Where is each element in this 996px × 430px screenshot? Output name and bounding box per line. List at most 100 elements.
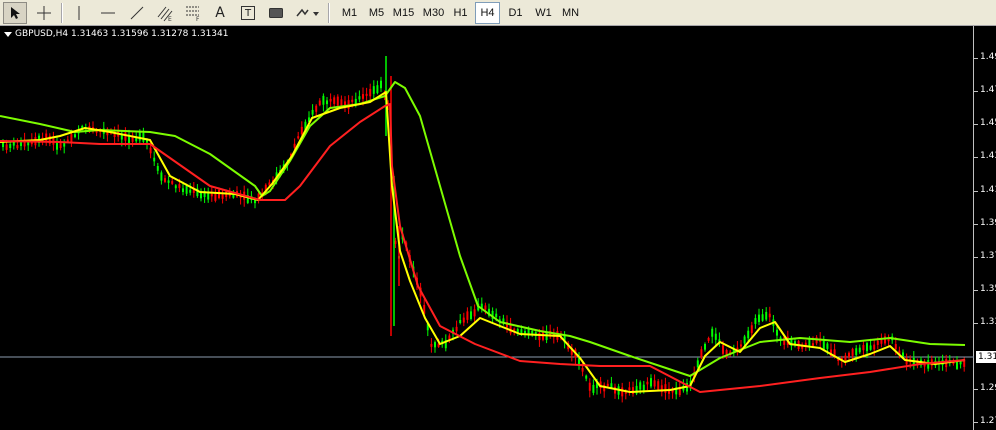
candle-body <box>700 349 703 358</box>
candle-body <box>329 98 332 102</box>
candle-body <box>747 330 750 339</box>
price-axis-label: 1.45 <box>980 118 996 128</box>
ma-medium-line <box>0 81 966 377</box>
timeframe-m30-button[interactable]: M30 <box>421 2 446 24</box>
axis-tick <box>974 323 978 324</box>
chart-plot-area[interactable]: GBPUSD,H4 1.31463 1.31596 1.31278 1.3134… <box>0 26 974 430</box>
candle-body <box>459 319 462 324</box>
candle-body <box>722 345 724 354</box>
axis-tick <box>974 58 978 59</box>
candle-body <box>628 387 631 391</box>
candle-body <box>16 145 19 149</box>
price-axis-label: 1.33 <box>980 317 996 327</box>
dropdown-triangle-icon[interactable] <box>4 31 12 37</box>
timeframe-m1-button[interactable]: M1 <box>337 2 362 24</box>
candle-body <box>632 387 634 394</box>
price-axis-label: 1.27 <box>980 416 996 426</box>
candle-body <box>365 93 368 96</box>
price-axis-label: 1.47 <box>980 85 996 95</box>
candle-body <box>858 347 861 353</box>
candle-body <box>297 136 300 139</box>
candle-body <box>462 317 465 323</box>
timeframe-w1-button[interactable]: W1 <box>531 2 556 24</box>
candle-body <box>714 333 717 340</box>
vertical-line-icon[interactable] <box>66 2 92 24</box>
price-axis-label: 1.35 <box>980 284 996 294</box>
candle-body <box>866 343 868 352</box>
candle-body <box>351 99 354 102</box>
rectangle-icon[interactable] <box>264 2 288 24</box>
candle-body <box>318 100 321 106</box>
candle-body <box>894 344 897 350</box>
text-label-glyph: T <box>241 6 255 20</box>
candle-body <box>642 384 645 391</box>
chart-toolbar: E F A T M1 M5 M15 M30 H1 H4 D1 W1 MN <box>0 0 996 26</box>
cursor-arrow-icon[interactable] <box>3 2 27 24</box>
candle-body <box>336 96 339 106</box>
axis-tick <box>974 389 978 390</box>
fibonacci-retracement-icon[interactable]: F <box>180 2 206 24</box>
timeframe-h1-button[interactable]: H1 <box>448 2 473 24</box>
candle-body <box>750 325 753 333</box>
symbol-info: GBPUSD,H4 1.31463 1.31596 1.31278 1.3134… <box>4 29 228 39</box>
candle-body <box>149 147 152 154</box>
timeframe-m5-button[interactable]: M5 <box>364 2 389 24</box>
candle-body <box>743 336 746 344</box>
candle-body <box>466 311 469 320</box>
candle-body <box>293 143 296 148</box>
candle-body <box>646 381 649 385</box>
candle-body <box>826 343 829 349</box>
candle-body <box>362 94 364 99</box>
candle-body <box>783 337 786 345</box>
candle-body <box>657 381 660 390</box>
horizontal-line-icon[interactable] <box>95 2 121 24</box>
text-tool-icon[interactable]: A <box>208 2 232 24</box>
arrows-shapes-icon[interactable] <box>292 2 322 24</box>
candle-body <box>851 348 854 356</box>
candle-body <box>862 345 865 351</box>
candle-body <box>740 344 742 347</box>
candle-body <box>873 344 876 350</box>
timeframe-mn-button[interactable]: MN <box>558 2 583 24</box>
candle-body <box>434 342 436 348</box>
trend-line-icon[interactable] <box>124 2 150 24</box>
candle-body <box>707 338 710 341</box>
timeframe-d1-button[interactable]: D1 <box>503 2 528 24</box>
candle-body <box>138 132 141 141</box>
candle-body <box>754 318 757 324</box>
candle-body <box>178 184 181 189</box>
crosshair-icon[interactable] <box>31 2 57 24</box>
timeframe-h4-button[interactable]: H4 <box>475 2 500 24</box>
axis-tick <box>974 157 978 158</box>
text-label-icon[interactable]: T <box>236 2 260 24</box>
candle-body <box>592 384 595 393</box>
candle-body <box>164 178 166 182</box>
candle-body <box>758 314 760 323</box>
price-axis-label: 1.41 <box>980 185 996 195</box>
candle-body <box>142 132 145 142</box>
candle-body <box>876 340 879 345</box>
chart-canvas <box>0 56 974 403</box>
candle-body <box>495 313 498 317</box>
candle-body <box>776 329 778 336</box>
equidistant-channel-icon[interactable]: E <box>152 2 178 24</box>
candle-body <box>884 336 886 344</box>
candle-body <box>768 313 771 318</box>
candle-body <box>300 126 303 135</box>
candle-body <box>822 341 825 350</box>
price-axis-label: 1.39 <box>980 218 996 228</box>
current-price-tag: 1.31 <box>976 351 996 363</box>
candle-body <box>585 375 588 379</box>
candle-body <box>160 172 163 181</box>
timeframe-m15-button[interactable]: M15 <box>391 2 416 24</box>
candle-body <box>380 80 382 89</box>
price-axis-label: 1.37 <box>980 251 996 261</box>
price-chart[interactable]: GBPUSD,H4 1.31463 1.31596 1.31278 1.3134… <box>0 26 996 430</box>
candle-body <box>74 134 76 138</box>
candle-body <box>484 305 487 310</box>
candle-body <box>311 109 314 115</box>
svg-text:E: E <box>168 16 172 22</box>
candle-body <box>869 345 872 350</box>
axis-tick <box>974 91 978 92</box>
candle-body <box>189 189 192 193</box>
